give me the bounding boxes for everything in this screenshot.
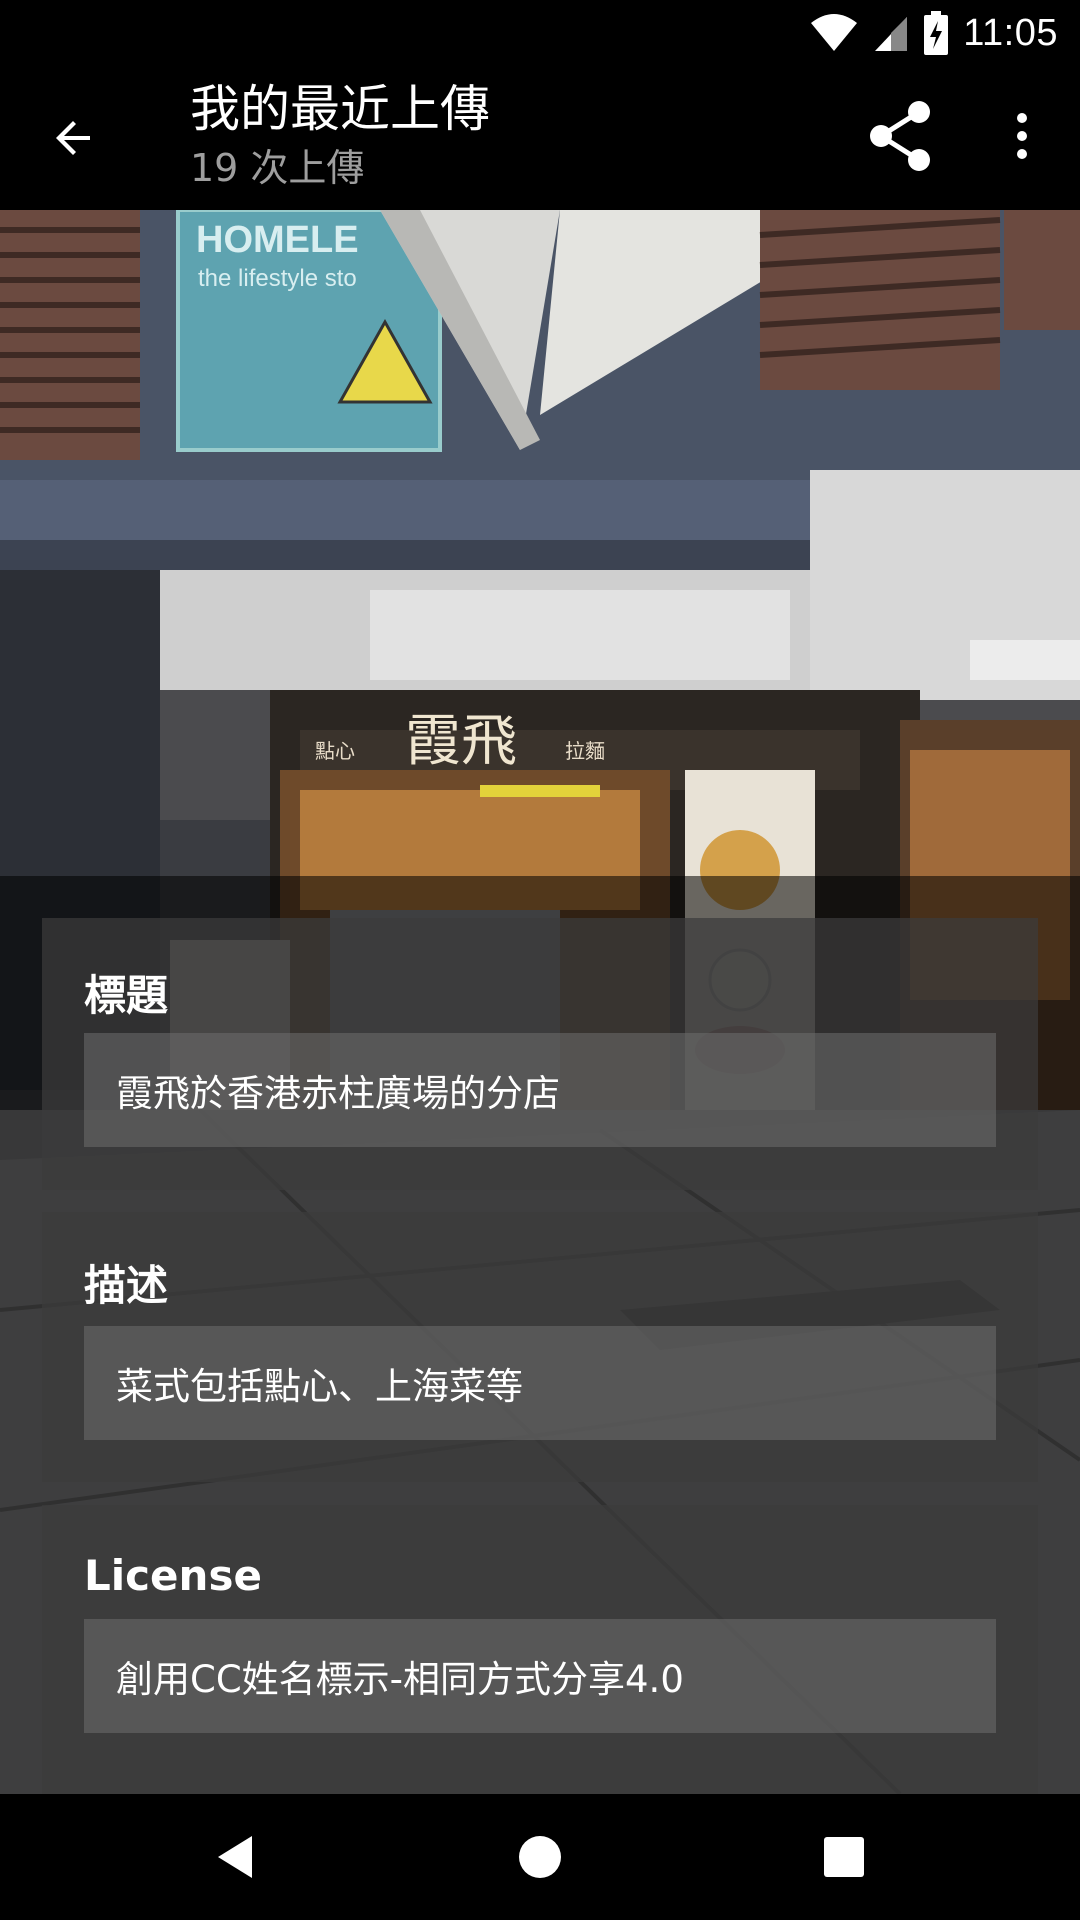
- more-options-button[interactable]: [990, 96, 1054, 176]
- share-icon: [870, 101, 930, 171]
- back-button[interactable]: [36, 100, 112, 176]
- license-label: License: [84, 1551, 262, 1600]
- status-bar: 11:05: [0, 0, 1080, 66]
- navigation-bar: [0, 1794, 1080, 1920]
- more-vert-icon: [1017, 113, 1027, 159]
- battery-charging-icon: [923, 11, 949, 55]
- license-card: License 創用CC姓名標示-相同方式分享4.0: [42, 1505, 1038, 1794]
- title-field[interactable]: 霞飛於香港赤柱廣場的分店: [84, 1033, 996, 1147]
- title-card: 標題 霞飛於香港赤柱廣場的分店: [42, 918, 1038, 1190]
- shop-sign-right: 拉麵: [565, 739, 605, 763]
- clock-time: 11:05: [963, 11, 1058, 54]
- page-title: 我的最近上傳: [190, 80, 490, 138]
- cell-signal-icon: [873, 13, 909, 53]
- app-bar: 我的最近上傳 19 次上傳: [0, 66, 1080, 210]
- arrow-left-icon: [56, 121, 90, 155]
- shop-sign-left: 點心: [315, 739, 355, 763]
- screen: 11:05 我的最近上傳 19 次上傳 HOMELE the lifestyle…: [0, 0, 1080, 1920]
- store-banner-text: HOMELE: [196, 219, 359, 261]
- shop-sign-name: 霞飛: [405, 709, 517, 774]
- nav-home-button[interactable]: [495, 1814, 585, 1900]
- description-label: 描述: [84, 1261, 169, 1310]
- license-field[interactable]: 創用CC姓名標示-相同方式分享4.0: [84, 1619, 996, 1733]
- upload-count: 19 次上傳: [190, 146, 365, 190]
- nav-back-button[interactable]: [192, 1814, 282, 1900]
- home-circle-icon: [519, 1836, 561, 1878]
- wifi-icon: [809, 13, 859, 53]
- share-button[interactable]: [862, 96, 942, 176]
- title-label: 標題: [84, 971, 169, 1020]
- description-field[interactable]: 菜式包括點心、上海菜等: [84, 1326, 996, 1440]
- title-block: 我的最近上傳 19 次上傳: [190, 76, 490, 194]
- back-triangle-icon: [218, 1836, 252, 1878]
- store-banner-subtext: the lifestyle sto: [198, 265, 357, 292]
- description-card: 描述 菜式包括點心、上海菜等: [42, 1212, 1038, 1482]
- nav-recents-button[interactable]: [799, 1814, 889, 1900]
- recents-square-icon: [824, 1837, 864, 1877]
